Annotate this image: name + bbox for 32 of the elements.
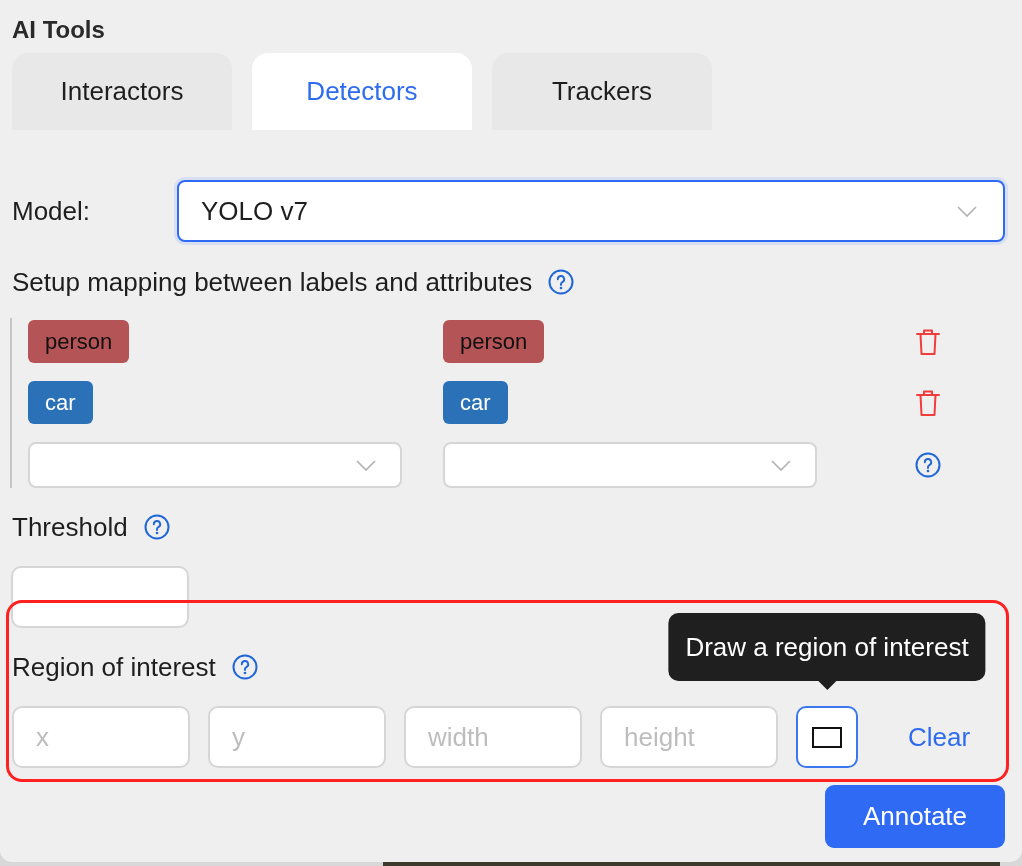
tab[interactable]: Detectors xyxy=(252,53,472,130)
coordinate-field[interactable]: y xyxy=(208,706,386,768)
chevron-down-icon xyxy=(771,459,791,471)
trash-icon[interactable] xyxy=(916,389,940,416)
chevron-down-icon xyxy=(957,205,977,217)
model-select[interactable]: YOLO v7 xyxy=(177,180,1005,242)
coordinate-field[interactable]: width xyxy=(404,706,582,768)
tab[interactable]: Trackers xyxy=(492,53,712,130)
tab[interactable]: Interactors xyxy=(12,53,232,130)
label-tag: car xyxy=(28,381,93,424)
coordinate-field[interactable]: height xyxy=(600,706,778,768)
panel-title: AI Tools xyxy=(12,16,105,44)
trash-icon[interactable] xyxy=(916,328,940,355)
threshold-field[interactable] xyxy=(11,566,189,628)
chevron-down-icon xyxy=(356,459,376,471)
clear-button[interactable]: Clear xyxy=(908,721,971,753)
section-label: Region of interest xyxy=(12,651,216,683)
draw-region-button[interactable] xyxy=(796,706,858,768)
section-label: Threshold xyxy=(12,511,128,543)
help-icon[interactable] xyxy=(915,452,941,478)
help-icon[interactable] xyxy=(231,654,258,680)
label-tag: car xyxy=(443,381,508,424)
help-icon[interactable] xyxy=(143,514,170,540)
label-tag: person xyxy=(28,320,130,363)
label-tag: person xyxy=(443,320,545,363)
annotate-button[interactable]: Annotate xyxy=(825,785,1005,848)
help-icon[interactable] xyxy=(548,269,575,295)
section-label: Setup mapping between labels and attributes xyxy=(12,266,533,298)
model-label: Model: xyxy=(12,195,92,227)
tooltip: Draw a region of interest xyxy=(668,613,986,690)
coordinate-field[interactable]: x xyxy=(12,706,190,768)
rectangle-icon xyxy=(812,726,842,748)
